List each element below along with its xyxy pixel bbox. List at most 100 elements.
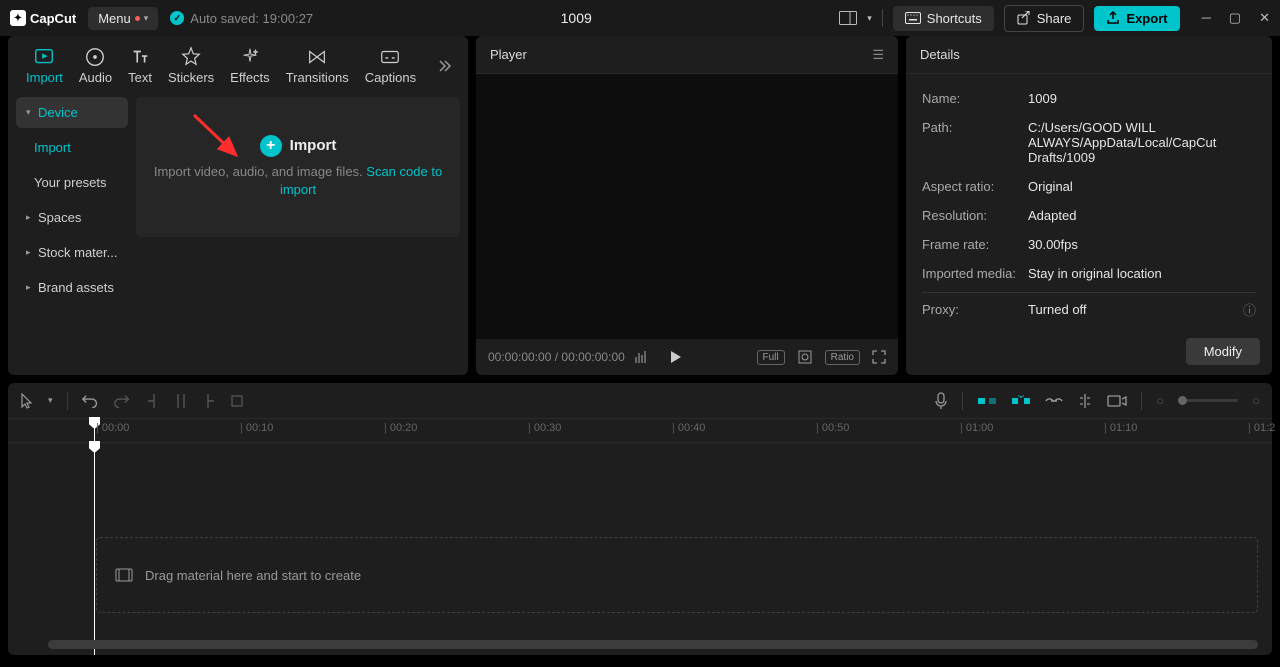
playhead-line[interactable] <box>94 443 95 655</box>
ruler-tick: 00:10 <box>240 422 273 434</box>
import-hint: Import video, audio, and image files. <box>154 164 366 179</box>
ruler-tick: 01:10 <box>1104 422 1137 434</box>
ruler-tick: 00:20 <box>384 422 417 434</box>
detail-path-label: Path: <box>922 120 1028 165</box>
tree-import[interactable]: Import <box>16 132 128 163</box>
shortcuts-button[interactable]: Shortcuts <box>893 6 994 31</box>
link-icon[interactable] <box>1045 396 1063 406</box>
import-icon <box>33 46 55 68</box>
tab-effects[interactable]: Effects <box>222 42 278 89</box>
ruler-tick: 01:00 <box>960 422 993 434</box>
info-icon[interactable]: ⓘ <box>1243 300 1256 319</box>
menu-button[interactable]: Menu ▾ <box>88 7 158 30</box>
timeline-ruler[interactable]: 00:00 00:10 00:20 00:30 00:40 00:50 01:0… <box>8 419 1272 443</box>
detail-path-value: C:/Users/GOOD WILL ALWAYS/AppData/Local/… <box>1028 120 1256 165</box>
share-label: Share <box>1037 11 1072 26</box>
details-panel: Details Name:1009 Path:C:/Users/GOOD WIL… <box>906 36 1272 375</box>
redo-button[interactable] <box>114 394 132 408</box>
export-icon <box>1106 11 1120 25</box>
media-panel: Import Audio Text Stickers Effects Trans… <box>8 36 468 375</box>
more-tabs-button[interactable] <box>430 58 458 74</box>
detail-aspect-label: Aspect ratio: <box>922 179 1028 194</box>
microphone-icon[interactable] <box>934 392 948 410</box>
tab-captions[interactable]: Captions <box>357 42 424 89</box>
split-icon[interactable] <box>174 393 188 409</box>
export-label: Export <box>1126 11 1167 26</box>
tab-audio[interactable]: Audio <box>71 42 120 89</box>
plus-icon: + <box>260 135 282 157</box>
tab-import[interactable]: Import <box>18 42 71 89</box>
close-button[interactable]: ✕ <box>1259 10 1270 26</box>
notification-dot-icon <box>135 16 140 21</box>
player-menu-icon[interactable]: ☰ <box>872 47 884 63</box>
layout-icon[interactable] <box>839 11 857 25</box>
timeline-tracks[interactable]: Drag material here and start to create <box>8 443 1272 655</box>
effects-icon <box>239 46 261 68</box>
detail-proxy-label: Proxy: <box>922 302 1028 317</box>
chevron-down-icon[interactable]: ▾ <box>867 13 872 24</box>
magnet-main-icon[interactable] <box>977 394 997 408</box>
delete-icon[interactable] <box>230 394 244 408</box>
undo-button[interactable] <box>82 394 100 408</box>
modify-button[interactable]: Modify <box>1186 338 1260 365</box>
tree-stock[interactable]: ▸Stock mater... <box>16 237 128 268</box>
transitions-icon <box>306 46 328 68</box>
annotation-arrow-icon <box>188 109 248 165</box>
tree-brand[interactable]: ▸Brand assets <box>16 272 128 303</box>
volume-bars-icon[interactable] <box>635 351 646 363</box>
autosave-status: ✓ Auto saved: 19:00:27 <box>170 11 313 26</box>
ruler-tick: 00:00 <box>96 422 129 434</box>
tree-presets[interactable]: Your presets <box>16 167 128 198</box>
scrollbar-thumb[interactable] <box>48 640 1258 649</box>
ratio-button[interactable]: Ratio <box>825 350 860 365</box>
media-source-tree: ▾Device Import Your presets ▸Spaces ▸Sto… <box>16 97 128 367</box>
detail-resolution-label: Resolution: <box>922 208 1028 223</box>
play-button[interactable] <box>670 350 682 364</box>
chevron-down-icon[interactable]: ▾ <box>48 395 53 406</box>
detail-name-value: 1009 <box>1028 91 1057 106</box>
split-right-icon[interactable] <box>202 393 216 409</box>
keyboard-icon <box>905 12 921 24</box>
ruler-tick: 00:50 <box>816 422 849 434</box>
player-title: Player <box>490 47 527 62</box>
text-icon <box>129 46 151 68</box>
export-button[interactable]: Export <box>1094 6 1179 31</box>
minimize-button[interactable]: ─ <box>1202 10 1211 26</box>
stickers-icon <box>180 46 202 68</box>
full-button[interactable]: Full <box>757 350 785 365</box>
tree-device[interactable]: ▾Device <box>16 97 128 128</box>
tree-spaces[interactable]: ▸Spaces <box>16 202 128 233</box>
selection-tool-icon[interactable] <box>20 393 34 409</box>
preview-icon[interactable] <box>1107 394 1127 408</box>
split-left-icon[interactable] <box>146 393 160 409</box>
fullscreen-icon[interactable] <box>872 350 886 364</box>
timeline-dropzone[interactable]: Drag material here and start to create <box>96 537 1258 613</box>
player-viewport[interactable] <box>476 74 898 339</box>
maximize-button[interactable]: ▢ <box>1229 10 1241 26</box>
magnet-auto-icon[interactable] <box>1011 394 1031 408</box>
timeline-drop-label: Drag material here and start to create <box>145 568 361 583</box>
crop-icon[interactable] <box>797 349 813 365</box>
zoom-out-icon[interactable]: ○ <box>1156 393 1164 408</box>
tab-transitions[interactable]: Transitions <box>278 42 357 89</box>
detail-proxy-value: Turned off <box>1028 302 1087 317</box>
import-title: Import <box>290 137 337 154</box>
import-dropzone[interactable]: + Import Import video, audio, and image … <box>136 97 460 237</box>
app-name: CapCut <box>30 11 76 26</box>
menu-label: Menu <box>98 11 131 26</box>
timeline-scrollbar[interactable] <box>48 640 1258 649</box>
tab-stickers[interactable]: Stickers <box>160 42 222 89</box>
zoom-in-icon[interactable]: ○ <box>1252 393 1260 408</box>
zoom-slider[interactable] <box>1178 399 1238 402</box>
detail-name-label: Name: <box>922 91 1028 106</box>
detail-fps-value: 30.00fps <box>1028 237 1078 252</box>
align-icon[interactable] <box>1077 393 1093 409</box>
timeline-panel: ▾ ○ ○ 00:00 00:10 00:20 00:30 00:40 00:5… <box>8 383 1272 655</box>
captions-icon <box>379 46 401 68</box>
playhead[interactable] <box>94 419 95 442</box>
detail-resolution-value: Adapted <box>1028 208 1076 223</box>
tab-text[interactable]: Text <box>120 42 160 89</box>
player-time: 00:00:00:00 / 00:00:00:00 <box>488 350 625 364</box>
check-icon: ✓ <box>170 11 184 25</box>
share-button[interactable]: Share <box>1004 5 1085 32</box>
